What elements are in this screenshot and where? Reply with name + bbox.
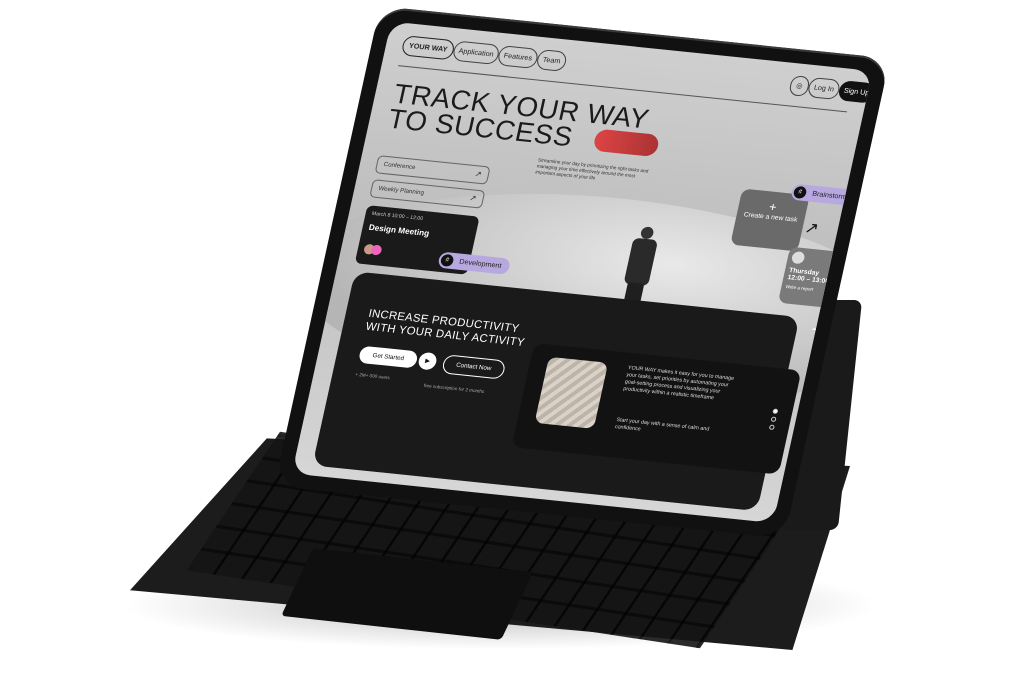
tag-brainstorm-label: Brainstorm [811,190,848,201]
arrow-icon: ↗ [468,193,478,203]
carousel-dot[interactable] [770,416,777,423]
nav-features[interactable]: Features [496,45,540,70]
task-conference-label: Conference [382,161,416,172]
avatar [790,251,806,265]
device-mockup: YOUR WAY Application Features Team ◎ Log… [0,0,1025,684]
nav-application[interactable]: Application [451,40,501,66]
arrow-up-right-icon: ↗ [802,219,821,239]
event-note: Write a report [785,284,814,292]
hash-icon: # [792,185,808,200]
tablet-screen: YOUR WAY Application Features Team ◎ Log… [291,21,873,524]
carousel-dot[interactable] [772,408,779,415]
task-weekly-label: Weekly Planning [377,185,425,197]
globe-icon[interactable]: ◎ [788,75,811,97]
carousel-dot[interactable] [768,424,775,431]
login-button[interactable]: Log In [806,76,842,101]
event-date: March 6 [834,257,853,265]
arrow-icon: ↗ [473,169,483,179]
tag-development-label: Development [458,258,503,270]
tablet-frame: YOUR WAY Application Features Team ◎ Log… [274,6,890,539]
signup-button[interactable]: Sign Up [837,80,873,104]
brand-logo[interactable]: YOUR WAY [400,35,456,61]
avatar [370,244,383,256]
hash-icon: # [439,253,455,268]
nav-team[interactable]: Team [535,49,569,72]
hero-subtitle: Streamline your day by prioritizing the … [534,157,649,181]
meeting-title: Design Meeting [367,222,431,238]
